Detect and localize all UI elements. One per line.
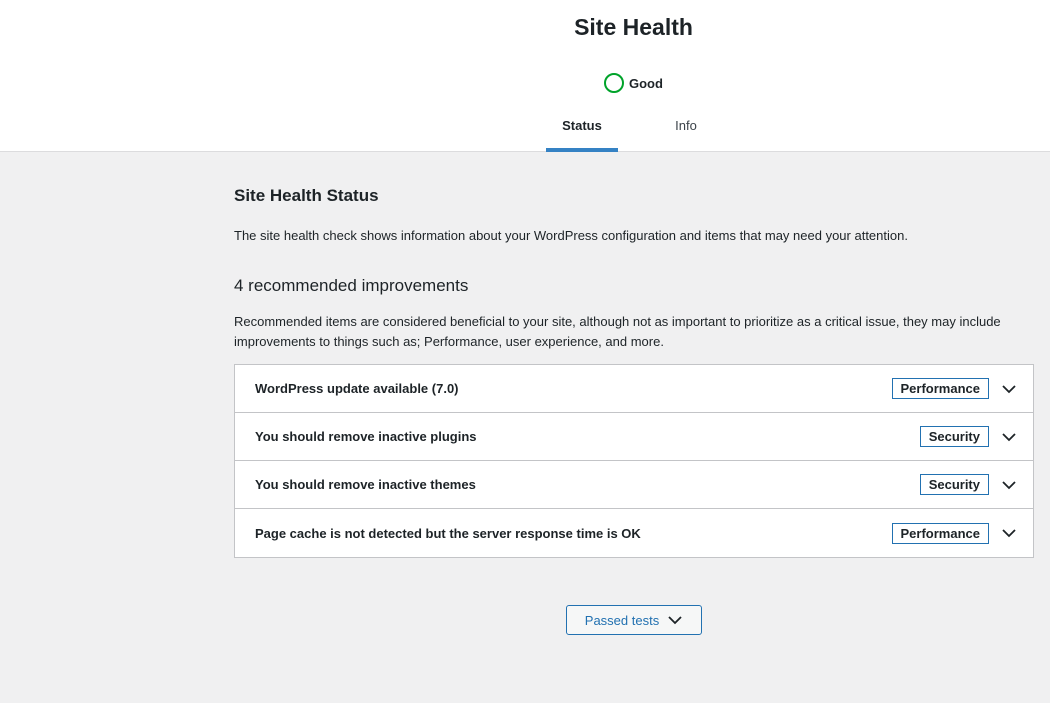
site-health-header: Site Health Good Status Info	[0, 0, 1050, 152]
improvements-count-title: 4 recommended improvements	[234, 276, 469, 295]
tab-status[interactable]: Status	[546, 107, 618, 152]
chevron-down-icon	[667, 612, 683, 628]
health-status-label: Good	[629, 75, 663, 91]
passed-tests-label: Passed tests	[584, 612, 660, 628]
issue-item-wordpress-update[interactable]: WordPress update available (7.0) Perform…	[235, 365, 1033, 413]
health-status-indicator: Good	[604, 72, 663, 94]
issues-accordion: WordPress update available (7.0) Perform…	[234, 364, 1034, 558]
tab-info[interactable]: Info	[650, 107, 722, 152]
intro-text: The site health check shows information …	[234, 228, 908, 243]
issue-title: Page cache is not detected but the serve…	[255, 525, 641, 541]
issue-title: You should remove inactive themes	[255, 477, 476, 492]
issue-badge-security: Security	[919, 474, 989, 495]
issue-badge-security: Security	[919, 426, 989, 447]
issue-title: WordPress update available (7.0)	[255, 381, 459, 396]
chevron-down-icon[interactable]	[1001, 525, 1017, 541]
issue-item-inactive-themes[interactable]: You should remove inactive themes Securi…	[235, 461, 1033, 509]
chevron-down-icon[interactable]	[1001, 429, 1017, 445]
section-title: Site Health Status	[234, 186, 379, 205]
chevron-down-icon[interactable]	[1001, 381, 1017, 397]
issue-title: You should remove inactive plugins	[255, 429, 477, 444]
passed-tests-button[interactable]: Passed tests	[566, 605, 702, 635]
issue-badge-performance: Performance	[891, 378, 989, 399]
health-progress-circle-icon	[604, 73, 624, 93]
chevron-down-icon[interactable]	[1001, 477, 1017, 493]
improvements-description: Recommended items are considered benefic…	[234, 314, 1001, 349]
issue-badge-performance: Performance	[891, 522, 989, 544]
issue-item-page-cache[interactable]: Page cache is not detected but the serve…	[235, 509, 1033, 557]
page-title: Site Health	[574, 14, 693, 40]
issue-item-inactive-plugins[interactable]: You should remove inactive plugins Secur…	[235, 413, 1033, 461]
